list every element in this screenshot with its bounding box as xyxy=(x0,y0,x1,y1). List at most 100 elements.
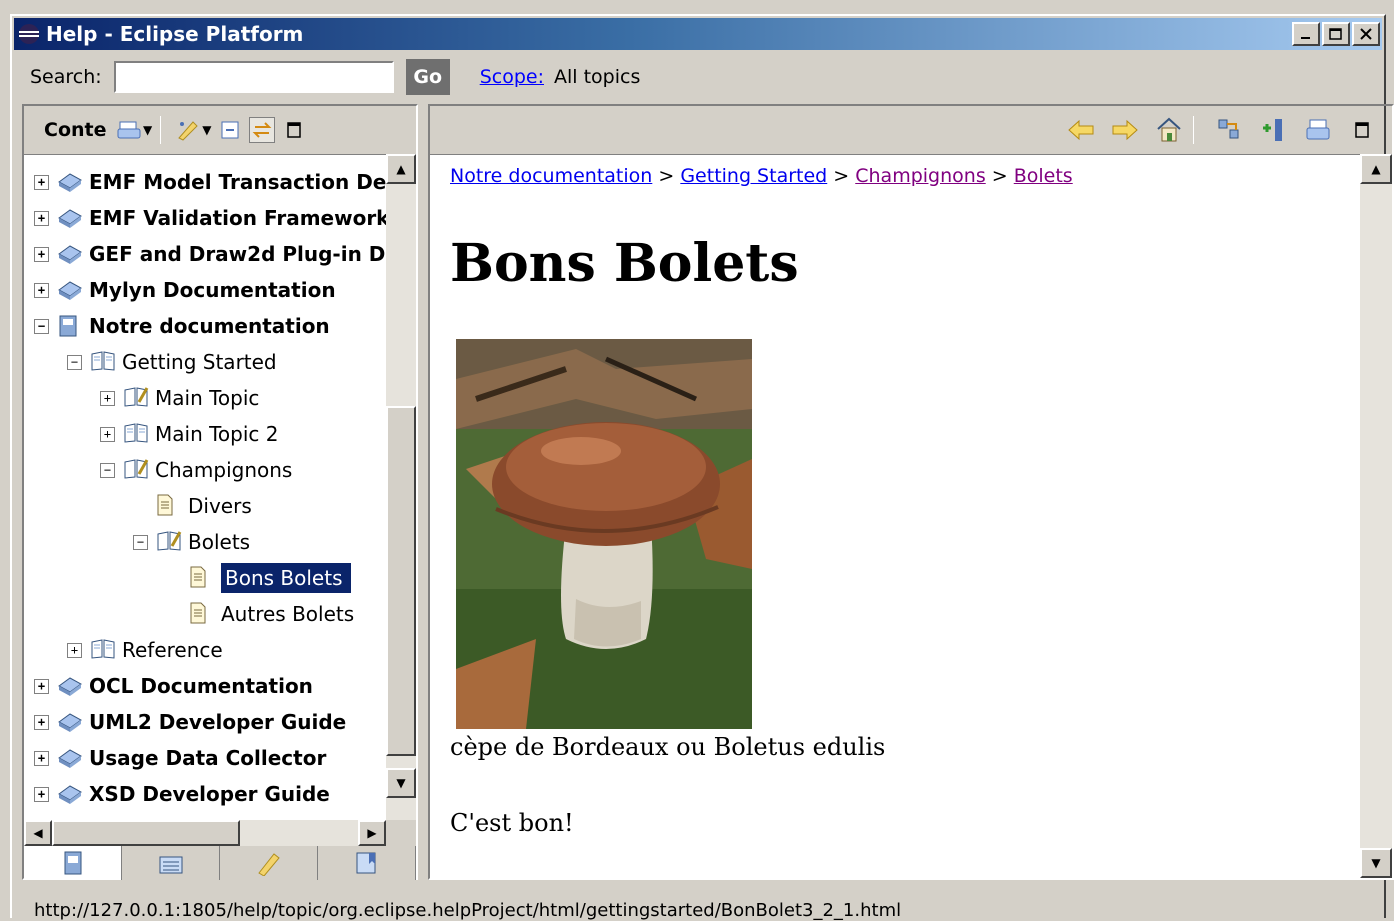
tree-item[interactable]: − Getting Started xyxy=(67,345,277,379)
scroll-thumb[interactable] xyxy=(386,406,416,756)
tab-bookmarks[interactable] xyxy=(318,846,416,880)
tree-item-label: XSD Developer Guide xyxy=(89,782,330,806)
scroll-up-button[interactable]: ▲ xyxy=(386,154,416,184)
collapse-all-icon[interactable] xyxy=(217,117,243,143)
collapse-icon[interactable]: − xyxy=(133,534,148,550)
book-plugin-icon xyxy=(57,710,83,734)
content-vertical-scrollbar[interactable]: ▲ ▼ xyxy=(1360,154,1392,878)
expand-icon[interactable]: + xyxy=(34,786,49,802)
breadcrumb-link-bolets[interactable]: Bolets xyxy=(1014,165,1073,187)
toolbar-separator xyxy=(1193,116,1194,144)
search-input[interactable] xyxy=(113,61,394,93)
highlight-search-icon[interactable] xyxy=(175,117,201,143)
scroll-right-button[interactable]: ▶ xyxy=(358,820,386,846)
scope-link[interactable]: Scope: xyxy=(480,66,544,88)
contents-pane-title[interactable]: Conte xyxy=(44,119,110,141)
print-page-icon[interactable] xyxy=(1302,115,1334,145)
expand-icon[interactable]: + xyxy=(67,642,82,658)
tree-item-label: Champignons xyxy=(155,458,293,482)
photo-caption: cèpe de Bordeaux ou Boletus edulis xyxy=(450,733,886,761)
toolbar-separator xyxy=(160,116,162,144)
link-with-contents-icon[interactable] xyxy=(249,117,276,143)
expand-icon[interactable]: + xyxy=(34,750,49,766)
collapse-icon[interactable]: − xyxy=(100,462,115,478)
tree-item[interactable]: + Usage Data Collector xyxy=(34,741,326,775)
page-icon xyxy=(189,566,215,590)
minimize-button[interactable] xyxy=(1292,22,1320,46)
scroll-up-button[interactable]: ▲ xyxy=(1360,154,1392,184)
show-in-contents-icon[interactable] xyxy=(1214,115,1246,145)
window-controls xyxy=(1292,22,1380,46)
collapse-icon[interactable]: − xyxy=(67,354,82,370)
tree-item[interactable]: + Main Topic 2 xyxy=(100,417,279,451)
expand-icon[interactable]: + xyxy=(34,246,49,262)
tree-item[interactable]: + EMF Validation Framework xyxy=(34,201,386,235)
expand-icon[interactable]: + xyxy=(34,210,49,226)
maximize-view-icon[interactable] xyxy=(1346,115,1378,145)
minimize-icon xyxy=(1301,37,1310,39)
tree-item[interactable]: + GEF and Draw2d Plug-in D xyxy=(34,237,385,271)
scroll-down-button[interactable]: ▼ xyxy=(386,768,416,798)
contents-tree[interactable]: + EMF Model Transaction De + EMF Validation… xyxy=(24,154,386,820)
expand-icon[interactable]: + xyxy=(100,390,115,406)
tree-vertical-scrollbar[interactable]: ▲ ▼ xyxy=(386,154,416,820)
tree-item[interactable]: Divers xyxy=(133,489,252,523)
expand-icon[interactable]: + xyxy=(34,714,49,730)
tree-item-label: Bons Bolets xyxy=(221,563,351,593)
close-button[interactable] xyxy=(1352,22,1380,46)
tree-horizontal-scrollbar[interactable]: ◀ ▶ xyxy=(24,820,386,846)
breadcrumb-link-notre-documentation[interactable]: Notre documentation xyxy=(450,165,652,187)
tree-item-label: GEF and Draw2d Plug-in D xyxy=(89,242,386,266)
tree-item[interactable]: + Mylyn Documentation xyxy=(34,273,336,307)
book-edit-icon xyxy=(156,530,182,554)
expand-icon[interactable]: + xyxy=(34,678,49,694)
tree-item[interactable]: − Notre documentation xyxy=(34,309,330,343)
tree-item-label: EMF Validation Framework xyxy=(89,206,386,230)
tree-item-label: EMF Model Transaction De xyxy=(89,170,386,194)
add-bookmark-icon[interactable] xyxy=(1258,115,1290,145)
breadcrumb-separator: > xyxy=(658,165,675,187)
tree-item-label: Divers xyxy=(188,494,252,518)
tree-item[interactable]: + OCL Documentation xyxy=(34,669,313,703)
expand-icon[interactable]: + xyxy=(100,426,115,442)
tab-contents[interactable] xyxy=(24,846,122,880)
maximize-button[interactable] xyxy=(1322,22,1350,46)
tree-item[interactable]: + Main Topic xyxy=(100,381,259,415)
back-icon[interactable] xyxy=(1065,115,1097,145)
index-tab-icon xyxy=(159,856,182,874)
tree-item[interactable]: + UML2 Developer Guide xyxy=(34,705,346,739)
go-button[interactable]: Go xyxy=(405,59,450,95)
breadcrumb-link-getting-started[interactable]: Getting Started xyxy=(680,165,827,187)
book-plugin-icon xyxy=(57,782,83,806)
maximize-view-icon[interactable] xyxy=(281,117,307,143)
tree-item[interactable]: − Bolets xyxy=(133,525,250,559)
search-label: Search: xyxy=(30,66,102,88)
search-bar: Search: Go Scope: All topics xyxy=(12,56,1384,98)
tree-item[interactable]: + Reference xyxy=(67,633,223,667)
chevron-down-icon[interactable]: ▼ xyxy=(202,123,211,137)
tree-item[interactable]: Autres Bolets xyxy=(166,597,354,631)
tab-index[interactable] xyxy=(122,846,220,880)
title-bar[interactable]: Help - Eclipse Platform xyxy=(14,18,1382,50)
collapse-icon[interactable]: − xyxy=(34,318,49,334)
expand-icon[interactable]: + xyxy=(34,282,49,298)
print-icon[interactable] xyxy=(116,117,142,143)
expand-icon[interactable]: + xyxy=(34,174,49,190)
tab-search-results[interactable] xyxy=(220,846,318,880)
close-icon xyxy=(1360,28,1372,40)
home-icon[interactable] xyxy=(1153,115,1185,145)
book-plugin-icon xyxy=(57,206,83,230)
scroll-down-button[interactable]: ▼ xyxy=(1360,848,1392,878)
scroll-left-button[interactable]: ◀ xyxy=(24,820,52,846)
tree-item-label: Main Topic 2 xyxy=(155,422,279,446)
horizontal-scroll-thumb[interactable] xyxy=(52,820,240,846)
tree-item[interactable]: + EMF Model Transaction De xyxy=(34,165,386,199)
body-text: C'est bon! xyxy=(450,809,574,837)
chevron-down-icon[interactable]: ▼ xyxy=(143,123,152,137)
forward-icon[interactable] xyxy=(1109,115,1141,145)
tree-item[interactable]: + XSD Developer Guide xyxy=(34,777,330,811)
tree-item-label: Getting Started xyxy=(122,350,277,374)
tree-item[interactable]: − Champignons xyxy=(100,453,292,487)
breadcrumb-link-champignons[interactable]: Champignons xyxy=(855,165,985,187)
tree-item[interactable]: Bons Bolets xyxy=(166,561,351,595)
